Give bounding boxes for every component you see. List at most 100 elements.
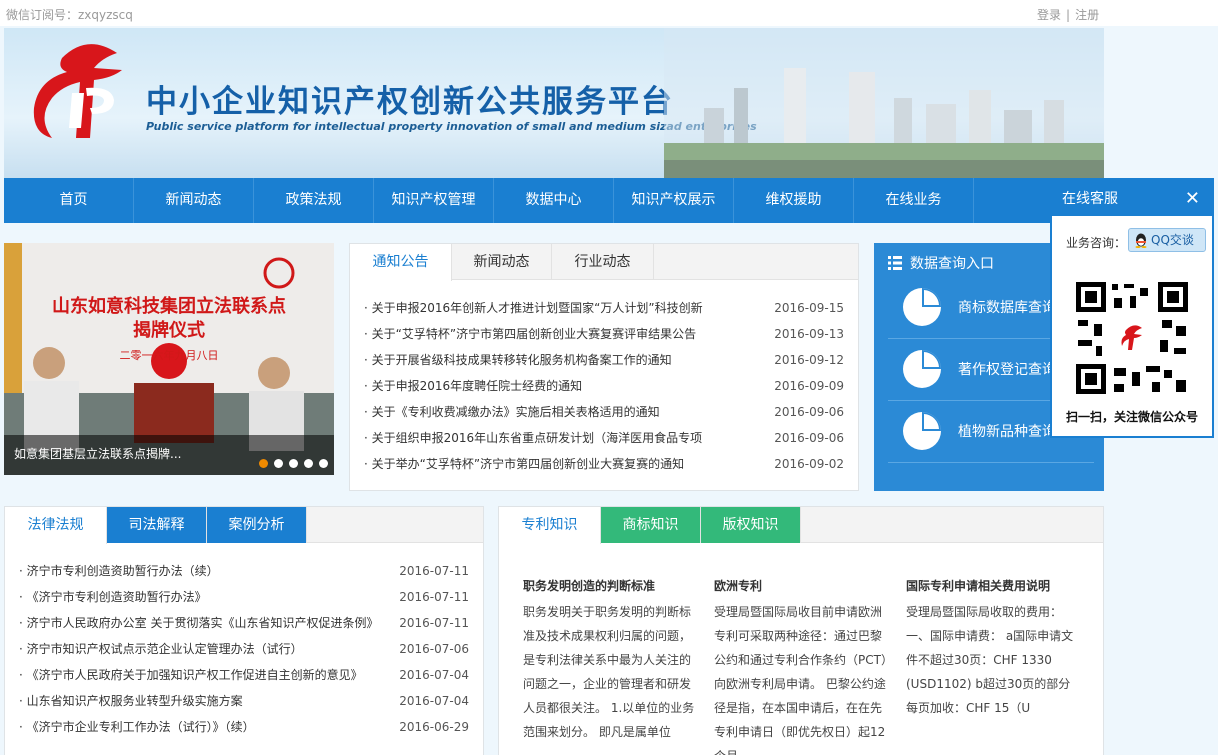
pie-chart-icon — [903, 288, 941, 326]
slide-dot-5[interactable] — [319, 459, 328, 468]
tab-judicial-interpretation[interactable]: 司法解释 — [107, 507, 207, 543]
list-item[interactable]: · 《济宁市企业专利工作办法（试行）》（续） 2016-06-29 — [5, 714, 483, 740]
header-banner: 中小企业知识产权创新公共服务平台 Public service platform… — [4, 28, 1104, 178]
article-excerpt: 受理局暨国际局收取的费用： 一、国际申请费： a国际申请文件不超过30页：CHF… — [906, 605, 1074, 715]
slide-dot-1[interactable] — [259, 459, 268, 468]
slide-dot-3[interactable] — [289, 459, 298, 468]
list-item[interactable]: · 济宁市人民政府办公室 关于贯彻落实《山东省知识产权促进条例》 2016-07-… — [5, 610, 483, 636]
list-item[interactable]: · 山东省知识产权服务业转型升级实施方案 2016-07-04 — [5, 688, 483, 714]
notice-date: 2016-09-06 — [774, 431, 844, 445]
law-date: 2016-07-11 — [399, 590, 469, 604]
qq-chat-label: QQ交谈 — [1151, 233, 1194, 247]
nav-item-home[interactable]: 首页 — [14, 178, 134, 223]
list-item[interactable]: · 《济宁市专利创造资助暂行办法》 2016-07-11 — [5, 584, 483, 610]
news-slideshow[interactable]: 山东如意科技集团立法联系点 揭牌仪式 二零一六年九月八日 如意集团基层立法联系点揭… — [4, 243, 334, 475]
list-item[interactable]: · 《济宁市人民政府关于加强知识产权工作促进自主创新的意见》 2016-07-04 — [5, 662, 483, 688]
query-item-label: 商标数据库查询 — [958, 300, 1056, 316]
law-title[interactable]: · 《济宁市专利创造资助暂行办法》 — [19, 584, 207, 610]
nav-item-online-business[interactable]: 在线业务 — [854, 178, 974, 223]
law-title[interactable]: · 济宁市专利创造资助暂行办法（续） — [19, 558, 219, 584]
slide-headline-line2: 揭牌仪式 — [133, 320, 205, 341]
law-panel: 法律法规 司法解释 案例分析 · 济宁市专利创造资助暂行办法（续） 2016-07… — [4, 506, 484, 755]
list-item[interactable]: · 关于《专利收费减缴办法》实施后相关表格适用的通知 2016-09-06 — [350, 399, 858, 425]
notice-title[interactable]: · 关于“艾孚特杯”济宁市第四届创新创业大赛复赛评审结果公告 — [364, 321, 696, 347]
article-column-1: 职务发明创造的判断标准 职务发明关于职务发明的判断标准及技术成果权利归属的问题，… — [523, 577, 699, 744]
auth-links: 登录 | 注册 — [1037, 6, 1099, 23]
article-title[interactable]: 职务发明创造的判断标准 — [523, 577, 699, 594]
online-service-header: 在线客服 ✕ — [1052, 182, 1212, 216]
law-title[interactable]: · 济宁市人民政府办公室 关于贯彻落实《山东省知识产权促进条例》 — [19, 610, 378, 636]
notice-date: 2016-09-09 — [774, 379, 844, 393]
notice-title[interactable]: · 关于申报2016年创新人才推进计划暨国家“万人计划”科技创新 — [364, 295, 703, 321]
register-link[interactable]: 注册 — [1075, 8, 1099, 22]
ip-knowledge-panel: 专利知识 商标知识 版权知识 职务发明创造的判断标准 职务发明关于职务发明的判断… — [498, 506, 1104, 755]
nav-item-policy[interactable]: 政策法规 — [254, 178, 374, 223]
law-title[interactable]: · 济宁市知识产权试点示范企业认定管理办法（试行） — [19, 636, 303, 662]
nav-item-ip-showcase[interactable]: 知识产权展示 — [614, 178, 734, 223]
ip-logo-icon[interactable] — [32, 38, 132, 153]
law-title[interactable]: · 《济宁市人民政府关于加强知识产权工作促进自主创新的意见》 — [19, 662, 363, 688]
online-service-title: 在线客服 — [1062, 191, 1118, 207]
list-item[interactable]: · 济宁市专利创造资助暂行办法（续） 2016-07-11 — [5, 558, 483, 584]
slide-dot-2[interactable] — [274, 459, 283, 468]
law-date: 2016-07-11 — [399, 564, 469, 578]
top-bar: 微信订阅号：zxqyzscq 登录 | 注册 — [0, 0, 1218, 26]
login-link[interactable]: 登录 — [1037, 8, 1061, 22]
article-column-3: 国际专利申请相关费用说明 受理局暨国际局收取的费用： 一、国际申请费： a国际申… — [906, 577, 1082, 720]
auth-separator: | — [1066, 8, 1071, 22]
article-column-2: 欧洲专利 受理局暨国际局收目前申请欧洲专利可采取两种途径：通过巴黎公约和通过专利… — [714, 577, 890, 755]
notice-title[interactable]: · 关于组织申报2016年山东省重点研发计划（海洋医用食品专项 — [364, 425, 702, 451]
online-service-panel: 在线客服 ✕ 业务咨询： QQ交谈 扫一扫，关注微信公众号 — [1050, 180, 1214, 438]
nav-item-rights-aid[interactable]: 维权援助 — [734, 178, 854, 223]
pie-chart-icon — [903, 412, 941, 450]
list-item[interactable]: · 关于组织申报2016年山东省重点研发计划（海洋医用食品专项 2016-09-0… — [350, 425, 858, 451]
list-icon — [888, 256, 902, 270]
wechat-account-text: 微信订阅号：zxqyzscq — [6, 8, 133, 22]
slide-dot-4[interactable] — [304, 459, 313, 468]
notice-title[interactable]: · 关于申报2016年度聘任院士经费的通知 — [364, 373, 582, 399]
notice-title[interactable]: · 关于《专利收费减缴办法》实施后相关表格适用的通知 — [364, 399, 660, 425]
law-tabs: 法律法规 司法解释 案例分析 — [5, 507, 483, 544]
list-item[interactable]: · 关于申报2016年创新人才推进计划暨国家“万人计划”科技创新 2016-09-… — [350, 295, 858, 321]
tab-notices[interactable]: 通知公告 — [350, 244, 452, 281]
article-excerpt: 受理局暨国际局收目前申请欧洲专利可采取两种途径：通过巴黎公约和通过专利合作条约（… — [714, 605, 887, 755]
qq-chat-button[interactable]: QQ交谈 — [1128, 228, 1206, 252]
close-icon[interactable]: ✕ — [1185, 182, 1200, 216]
slide-headline: 山东如意科技集团立法联系点 揭牌仪式 — [4, 295, 334, 343]
tab-case-analysis[interactable]: 案例分析 — [207, 507, 307, 543]
law-list: · 济宁市专利创造资助暂行办法（续） 2016-07-11 · 《济宁市专利创造资… — [5, 558, 483, 740]
tab-copyright-knowledge[interactable]: 版权知识 — [701, 507, 801, 543]
data-query-title: 数据查询入口 — [910, 256, 994, 272]
tab-patent-knowledge[interactable]: 专利知识 — [499, 507, 601, 544]
list-item[interactable]: · 关于申报2016年度聘任院士经费的通知 2016-09-09 — [350, 373, 858, 399]
list-item[interactable]: · 关于开展省级科技成果转移转化服务机构备案工作的通知 2016-09-12 — [350, 347, 858, 373]
notice-panel: 通知公告 新闻动态 行业动态 · 关于申报2016年创新人才推进计划暨国家“万人… — [349, 243, 859, 491]
article-title[interactable]: 欧洲专利 — [714, 577, 890, 594]
qr-caption: 扫一扫，关注微信公众号 — [1065, 410, 1198, 424]
query-item-label: 著作权登记查询 — [958, 362, 1056, 378]
law-title[interactable]: · 《济宁市企业专利工作办法（试行）》（续） — [19, 714, 255, 740]
notice-title[interactable]: · 关于举办“艾孚特杯”济宁市第四届创新创业大赛复赛的通知 — [364, 451, 684, 477]
nav-item-data-center[interactable]: 数据中心 — [494, 178, 614, 223]
notice-date: 2016-09-15 — [774, 301, 844, 315]
data-query-header: 数据查询入口 — [888, 253, 994, 273]
law-date: 2016-07-04 — [399, 668, 469, 682]
tab-laws[interactable]: 法律法规 — [5, 507, 107, 544]
notice-title[interactable]: · 关于开展省级科技成果转移转化服务机构备案工作的通知 — [364, 347, 672, 373]
notice-date: 2016-09-06 — [774, 405, 844, 419]
list-item[interactable]: · 济宁市知识产权试点示范企业认定管理办法（试行） 2016-07-06 — [5, 636, 483, 662]
nav-item-news[interactable]: 新闻动态 — [134, 178, 254, 223]
law-date: 2016-07-06 — [399, 642, 469, 656]
tab-trademark-knowledge[interactable]: 商标知识 — [601, 507, 701, 543]
nav-item-ip-management[interactable]: 知识产权管理 — [374, 178, 494, 223]
tab-industry[interactable]: 行业动态 — [552, 244, 654, 280]
ip-knowledge-tabs: 专利知识 商标知识 版权知识 — [499, 507, 1103, 544]
law-title[interactable]: · 山东省知识产权服务业转型升级实施方案 — [19, 688, 243, 714]
list-item[interactable]: · 关于举办“艾孚特杯”济宁市第四届创新创业大赛复赛的通知 2016-09-02 — [350, 451, 858, 477]
qq-penguin-icon — [1135, 233, 1147, 248]
tab-news[interactable]: 新闻动态 — [452, 244, 552, 280]
notice-date: 2016-09-02 — [774, 457, 844, 471]
main-nav: 首页 新闻动态 政策法规 知识产权管理 数据中心 知识产权展示 维权援助 在线业… — [4, 178, 1214, 223]
article-title[interactable]: 国际专利申请相关费用说明 — [906, 577, 1082, 594]
list-item[interactable]: · 关于“艾孚特杯”济宁市第四届创新创业大赛复赛评审结果公告 2016-09-13 — [350, 321, 858, 347]
